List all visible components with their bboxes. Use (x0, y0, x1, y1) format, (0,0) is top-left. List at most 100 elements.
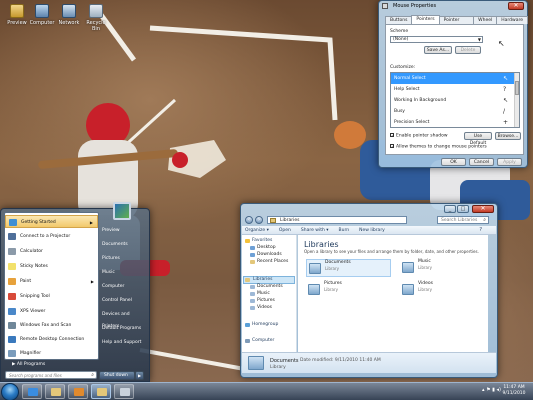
taskbar-libraries[interactable] (91, 384, 111, 399)
start-link-help-and-support[interactable]: Help and Support (100, 337, 148, 349)
start-link-pictures[interactable]: Pictures (100, 253, 148, 265)
nav-computer[interactable]: Computer (244, 338, 274, 344)
start-link-control-panel[interactable]: Control Panel (100, 295, 148, 307)
shutdown-button[interactable]: Shut down ▶ (99, 371, 144, 380)
maximize-button[interactable]: □ (457, 205, 469, 213)
taskbar-internet-explorer[interactable] (22, 384, 42, 399)
chevron-right-icon[interactable]: ▶ (135, 371, 144, 380)
tab-pointers[interactable]: Pointers (411, 15, 440, 24)
start-button[interactable] (1, 383, 19, 400)
nav-documents[interactable]: Documents (249, 284, 283, 290)
desktop-icon-recycle-bin[interactable]: Recycle Bin (82, 4, 110, 32)
start-link-preview[interactable]: Preview (100, 225, 148, 237)
forward-icon[interactable]: › (255, 216, 263, 224)
close-button[interactable]: ✕ (508, 2, 524, 10)
taskbar-control-panel[interactable] (114, 384, 134, 399)
nav-favorites[interactable]: Favorites (244, 238, 272, 244)
allow-themes-checkbox[interactable]: ✓ Allow themes to change mouse pointers (390, 144, 487, 150)
media-player-icon (74, 388, 84, 396)
nav-videos[interactable]: Videos (249, 305, 272, 311)
scrollbar[interactable] (514, 73, 519, 127)
documents-library-icon (248, 356, 264, 370)
back-icon[interactable]: ‹ (245, 216, 253, 224)
all-programs[interactable]: ▶ All Programs (4, 360, 99, 369)
clock[interactable]: 11:47 AM 9/11/2010 (499, 385, 529, 397)
desktop-icon-preview[interactable]: Preview (3, 4, 31, 26)
burn-button[interactable]: Burn (339, 228, 350, 233)
program-calculator[interactable]: Calculator (5, 245, 98, 258)
taskbar-explorer[interactable] (45, 384, 65, 399)
start-link-devices-and-printers[interactable]: Devices and Printers (100, 309, 148, 329)
explorer-window: _ □ ✕ ‹ › Libraries Search Libraries ⌕ O… (240, 203, 498, 378)
library-item-videos[interactable]: Videos Library (400, 281, 485, 299)
save-as-button[interactable]: Save As... (424, 46, 452, 54)
desktop-icon-network[interactable]: Network (55, 4, 83, 26)
music-library-icon (402, 262, 414, 273)
organize-button[interactable]: Organize ▾ (245, 228, 269, 233)
avatar[interactable] (113, 202, 131, 220)
share-with-button[interactable]: Share with ▾ (301, 228, 329, 233)
nav-recent-places[interactable]: Recent Places (249, 259, 288, 265)
cancel-button[interactable]: Cancel (469, 158, 494, 166)
cursor-row[interactable]: Normal Select ↖ (391, 73, 519, 84)
program-xps-viewer[interactable]: XPS Viewer (5, 305, 98, 318)
taskbar-media-player[interactable] (68, 384, 88, 399)
program-remote-desktop[interactable]: Remote Desktop Connection (5, 333, 98, 346)
nav-desktop[interactable]: Desktop (249, 245, 276, 251)
enable-shadow-checkbox[interactable]: ✓ Enable pointer shadow (390, 133, 448, 139)
page-title: Libraries (304, 240, 339, 249)
nav-downloads[interactable]: Downloads (249, 252, 282, 258)
nav-music[interactable]: Music (249, 291, 270, 297)
documents-icon (250, 285, 255, 289)
minimize-button[interactable]: _ (444, 205, 456, 213)
library-item-music[interactable]: Music Library (400, 259, 485, 277)
busy-icon: / (503, 108, 506, 115)
close-button[interactable]: ✕ (472, 205, 494, 213)
start-link-music[interactable]: Music (100, 267, 148, 279)
desktop-icon (250, 246, 255, 250)
start-search-input[interactable]: Search programs and files ⌕ (5, 371, 97, 379)
open-button[interactable]: Open (279, 228, 291, 233)
address-text: Libraries (280, 218, 300, 223)
taskbar: ▴ ⚑ ▮ ◂) 11:47 AM 9/11/2010 (0, 382, 533, 400)
delete-button[interactable]: Delete (455, 46, 481, 54)
cursor-list[interactable]: Normal Select ↖ Help Select ? Working In… (390, 72, 520, 128)
navigation-bar: ‹ › Libraries Search Libraries ⌕ (245, 216, 489, 224)
new-library-button[interactable]: New library (359, 228, 385, 233)
ok-button[interactable]: OK (441, 158, 466, 166)
program-getting-started[interactable]: Getting Started ▶ (5, 215, 98, 228)
program-snipping-tool[interactable]: Snipping Tool (5, 290, 98, 303)
nav-pictures[interactable]: Pictures (249, 298, 275, 304)
tab-pointer-options[interactable]: Pointer Options (438, 16, 475, 30)
program-fax-and-scan[interactable]: Windows Fax and Scan (5, 319, 98, 332)
program-magnifier[interactable]: Magnifier (5, 347, 98, 360)
library-item-pictures[interactable]: Pictures Library (306, 281, 391, 299)
tab-hardware[interactable]: Hardware (496, 16, 528, 24)
tab-buttons[interactable]: Buttons (385, 16, 413, 24)
program-sticky-notes[interactable]: Sticky Notes (5, 260, 98, 273)
use-default-button[interactable]: Use Default (464, 132, 492, 146)
cursor-row[interactable]: Help Select ? (391, 84, 519, 95)
program-paint[interactable]: Paint ▶ (5, 275, 98, 288)
address-bar[interactable]: Libraries (267, 216, 407, 224)
sticky-notes-icon (8, 263, 16, 270)
browse-button[interactable]: Browse... (495, 132, 521, 140)
library-item-documents[interactable]: Documents Library (306, 259, 391, 277)
network-icon (62, 4, 76, 18)
search-input[interactable]: Search Libraries ⌕ (437, 216, 489, 224)
start-link-documents[interactable]: Documents (100, 239, 148, 251)
program-connect-to-projector[interactable]: Connect to a Projector (5, 230, 98, 243)
apply-button[interactable]: Apply (497, 158, 522, 166)
nav-homegroup[interactable]: Homegroup (244, 322, 278, 328)
tab-wheel[interactable]: Wheel (473, 16, 498, 24)
cursor-row[interactable]: Precision Select + (391, 117, 519, 127)
nav-libraries[interactable]: Libraries (243, 276, 295, 284)
start-link-computer[interactable]: Computer (100, 281, 148, 293)
scheme-dropdown[interactable]: (None) ▼ (390, 36, 483, 43)
cursor-row[interactable]: Busy / (391, 106, 519, 117)
start-link-default-programs[interactable]: Default Programs (100, 323, 148, 335)
desktop-icon-computer[interactable]: Computer (28, 4, 56, 26)
help-icon[interactable]: ? (479, 227, 482, 233)
cursor-row[interactable]: Working In Background ↖ (391, 95, 519, 106)
window-titlebar[interactable]: Mouse Properties ✕ (379, 1, 527, 11)
